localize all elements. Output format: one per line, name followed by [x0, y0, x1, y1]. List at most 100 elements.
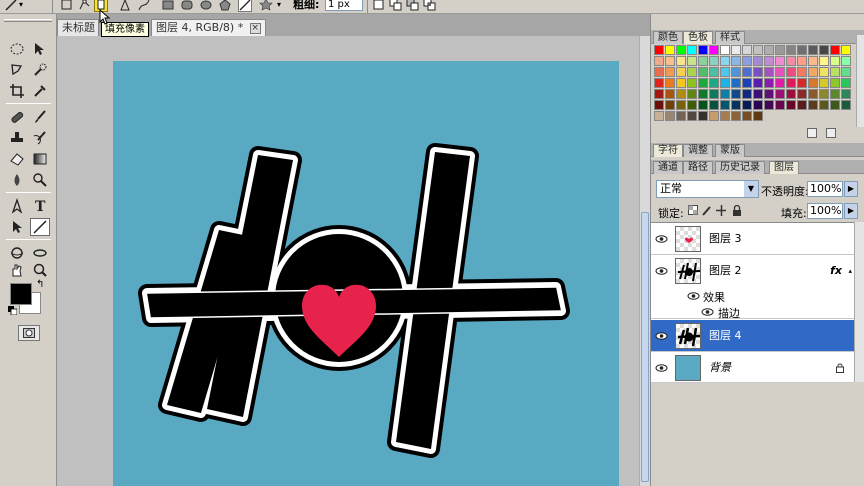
color-swatch[interactable]	[742, 100, 752, 110]
path-selection-tool-icon[interactable]	[7, 218, 27, 236]
color-swatch[interactable]	[786, 45, 796, 55]
color-swatch[interactable]	[731, 45, 741, 55]
quick-selection-tool-icon[interactable]	[30, 61, 50, 79]
layer-row[interactable]: 图层 2 fx ▴	[651, 255, 854, 287]
dodge-tool-icon[interactable]	[30, 171, 50, 189]
color-swatch[interactable]	[786, 78, 796, 88]
opacity-slider-button[interactable]: ▶	[844, 181, 858, 197]
color-swatch[interactable]	[764, 67, 774, 77]
tab-layers[interactable]: 图层	[769, 161, 799, 174]
fill-input[interactable]: 100%	[807, 203, 843, 219]
color-swatch[interactable]	[841, 67, 851, 77]
color-swatch[interactable]	[687, 56, 697, 66]
color-swatch[interactable]	[720, 89, 730, 99]
color-swatch[interactable]	[665, 45, 675, 55]
color-swatch[interactable]	[731, 56, 741, 66]
color-swatch[interactable]	[742, 89, 752, 99]
canvas-scrollbar[interactable]	[639, 36, 650, 486]
layers-scrollbar[interactable]	[854, 222, 864, 382]
color-swatch[interactable]	[709, 100, 719, 110]
color-swatch[interactable]	[753, 111, 763, 121]
effects-row[interactable]: 效果	[651, 287, 854, 304]
color-swatch[interactable]	[742, 56, 752, 66]
lock-pixels-icon[interactable]	[702, 205, 712, 216]
color-swatch[interactable]	[753, 56, 763, 66]
color-swatch[interactable]	[830, 89, 840, 99]
color-swatch[interactable]	[808, 45, 818, 55]
color-swatch[interactable]	[819, 89, 829, 99]
new-swatch-icon[interactable]	[807, 128, 817, 138]
healing-brush-tool-icon[interactable]	[7, 108, 27, 126]
color-swatch[interactable]	[720, 56, 730, 66]
visibility-eye-icon[interactable]	[655, 233, 668, 245]
color-swatch[interactable]	[654, 100, 664, 110]
color-swatch[interactable]	[764, 45, 774, 55]
color-swatch[interactable]	[676, 67, 686, 77]
color-swatch[interactable]	[819, 100, 829, 110]
color-swatch[interactable]	[687, 67, 697, 77]
type-tool-icon[interactable]: T	[30, 197, 50, 215]
color-swatch[interactable]	[654, 45, 664, 55]
color-swatch[interactable]	[775, 45, 785, 55]
eraser-tool-icon[interactable]	[7, 150, 27, 168]
layer-row-selected[interactable]: 图层 4	[651, 320, 854, 352]
color-swatch[interactable]	[742, 45, 752, 55]
tab-swatches[interactable]: 色板	[683, 31, 713, 44]
eyedropper-tool-icon[interactable]	[30, 82, 50, 100]
color-swatch[interactable]	[676, 100, 686, 110]
tab-paths[interactable]: 路径	[683, 161, 713, 174]
tab-styles[interactable]: 样式	[715, 31, 745, 44]
paths-mode-icon[interactable]	[78, 0, 92, 12]
shape-layers-icon[interactable]	[60, 0, 74, 12]
color-swatch[interactable]	[720, 67, 730, 77]
color-swatch[interactable]	[709, 56, 719, 66]
color-swatch[interactable]	[698, 78, 708, 88]
color-swatch[interactable]	[687, 78, 697, 88]
color-swatch[interactable]	[742, 111, 752, 121]
color-swatch[interactable]	[797, 89, 807, 99]
layer-row[interactable]: 图层 3	[651, 223, 854, 255]
crop-tool-icon[interactable]	[7, 82, 27, 100]
color-swatch[interactable]	[665, 111, 675, 121]
tab-character[interactable]: 字符	[653, 144, 683, 157]
color-swatch[interactable]	[753, 45, 763, 55]
expand-effects-icon[interactable]: ▴	[848, 267, 852, 275]
move-tool-icon[interactable]	[30, 40, 50, 58]
color-swatch[interactable]	[698, 45, 708, 55]
color-swatch[interactable]	[698, 56, 708, 66]
tab-history[interactable]: 历史记录	[715, 161, 765, 174]
custom-shape-icon[interactable]	[259, 0, 273, 12]
color-swatch[interactable]	[819, 78, 829, 88]
color-swatch[interactable]	[720, 45, 730, 55]
color-swatch[interactable]	[775, 100, 785, 110]
lock-position-icon[interactable]	[716, 205, 726, 216]
color-swatch[interactable]	[698, 111, 708, 121]
color-swatch[interactable]	[808, 100, 818, 110]
color-swatch[interactable]	[665, 89, 675, 99]
color-swatch[interactable]	[687, 45, 697, 55]
blend-mode-select[interactable]: 正常 ▼	[656, 180, 759, 198]
document-tab-active[interactable]: 图层 4, RGB/8) * ×	[151, 19, 266, 36]
default-colors-icon[interactable]	[8, 306, 17, 315]
swap-colors-icon[interactable]: ↰	[36, 280, 44, 290]
panel-grip[interactable]	[4, 19, 52, 22]
color-swatch[interactable]	[665, 78, 675, 88]
rounded-rectangle-icon[interactable]	[180, 0, 194, 12]
stroke-effect-row[interactable]: 描边	[651, 303, 854, 320]
tab-masks[interactable]: 蒙版	[715, 144, 745, 157]
color-swatch[interactable]	[742, 67, 752, 77]
color-swatch[interactable]	[731, 111, 741, 121]
delete-swatch-icon[interactable]	[826, 128, 836, 138]
blur-tool-icon[interactable]	[7, 171, 27, 189]
hand-tool-icon[interactable]	[7, 261, 27, 279]
visibility-eye-icon[interactable]	[655, 265, 668, 277]
polygon-shape-icon[interactable]	[218, 0, 232, 12]
color-swatch[interactable]	[830, 56, 840, 66]
color-swatch[interactable]	[709, 67, 719, 77]
pen-tool-icon[interactable]	[118, 0, 132, 12]
lasso-tool-icon[interactable]	[7, 61, 27, 79]
rectangle-shape-icon[interactable]	[161, 0, 175, 12]
color-swatch[interactable]	[819, 56, 829, 66]
intersect-area-icon[interactable]	[423, 0, 437, 12]
color-swatch[interactable]	[797, 67, 807, 77]
